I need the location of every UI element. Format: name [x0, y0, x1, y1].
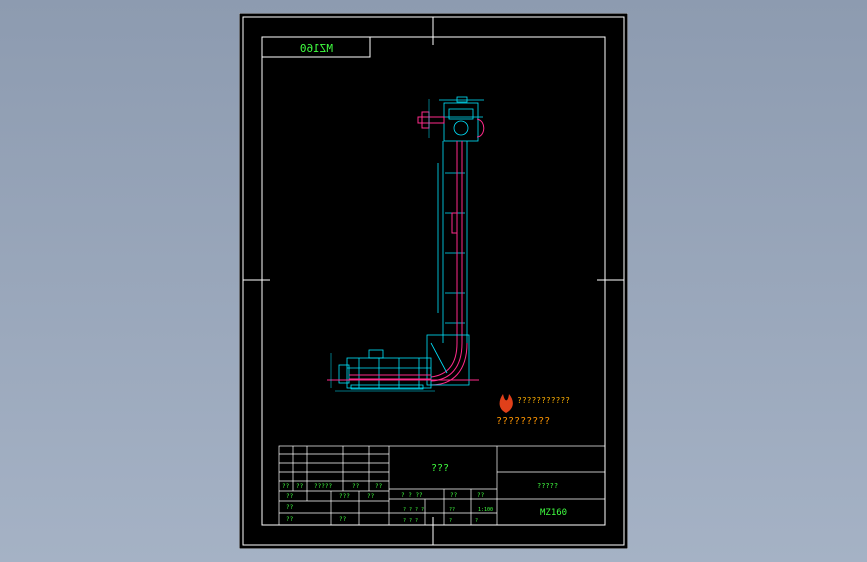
tb-r1-c4: ?? [352, 483, 360, 490]
tb-r3-c3: ?? [477, 492, 485, 499]
mirrored-label: MZ160 [300, 42, 333, 55]
tb-r3-c1: ? ? ?? [401, 492, 423, 499]
watermark-line1: ??????????? [517, 396, 570, 405]
tb-r1-c1: ?? [282, 483, 290, 490]
tb-r5-c5: ? [475, 518, 478, 524]
drawing-code: MZ160 [540, 508, 567, 518]
watermark-line2: ????????? [496, 416, 550, 427]
tb-r5-c3: ? ? ? [403, 518, 418, 524]
tb-r1-c3: ????? [314, 483, 332, 490]
title-center: ??? [431, 463, 449, 474]
tb-r4-c2: ?? [339, 516, 347, 523]
tb-r2-c3: ?? [367, 493, 375, 500]
cad-viewport[interactable]: MZ160 ??????????? ????????? ?? ?? ????? … [0, 0, 867, 562]
tb-r5-c1: ? ? ? ? [403, 507, 424, 513]
tb-r2-c1: ?? [286, 493, 294, 500]
tb-r2-c2: ??? [339, 493, 350, 500]
scale-value: 1:100 [478, 507, 493, 513]
tb-r4-c1: ?? [286, 504, 294, 511]
tb-r5-c2: ?? [449, 507, 455, 513]
tb-r3-c2: ?? [450, 492, 458, 499]
tb-r1-c2: ?? [296, 483, 304, 490]
drawing-sheet[interactable]: MZ160 ??????????? ????????? ?? ?? ????? … [239, 13, 628, 549]
tb-r5-c4: ? [449, 518, 452, 524]
company-code: ????? [537, 482, 558, 490]
tb-r1-c5: ?? [375, 483, 383, 490]
